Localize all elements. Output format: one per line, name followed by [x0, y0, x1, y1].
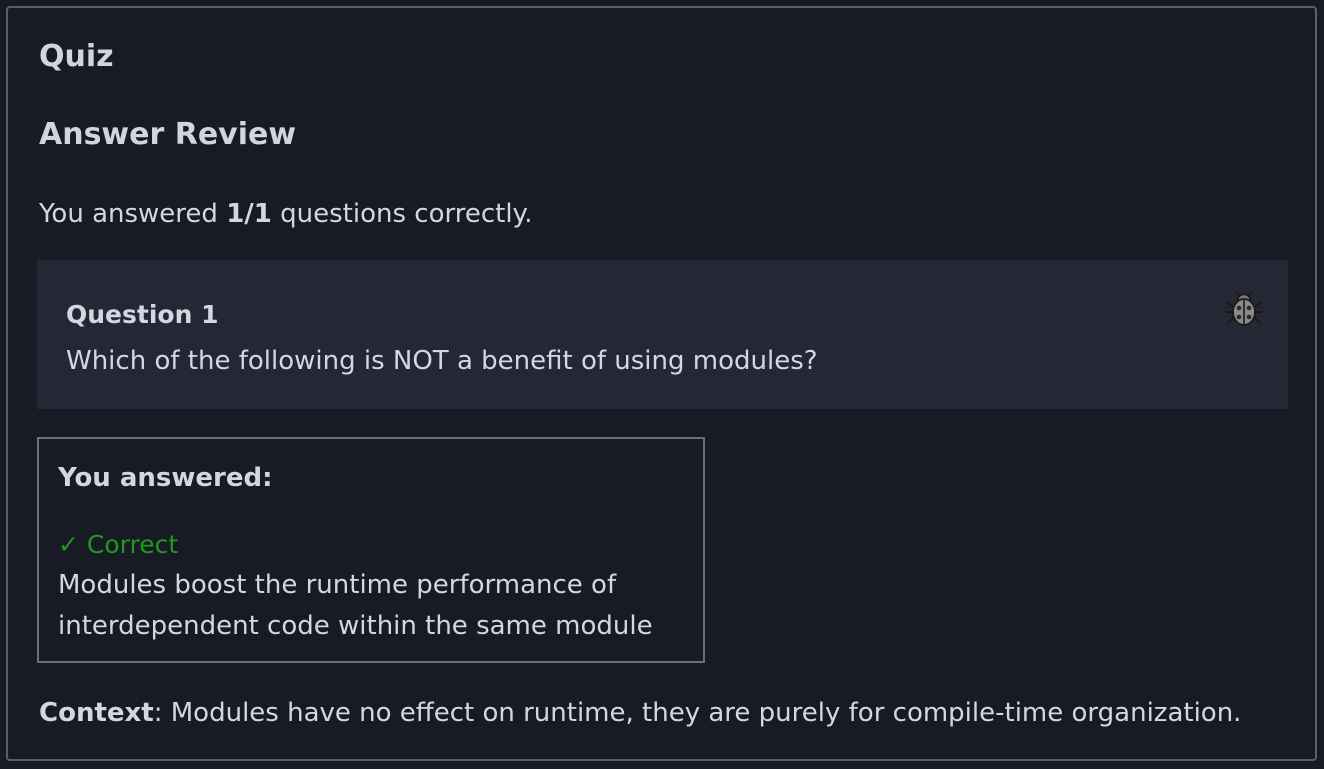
answer-label: You answered:: [58, 463, 273, 493]
score-summary: You answered 1/1 questions correctly.: [39, 201, 532, 227]
question-card: Question 1 Which of the following is NOT…: [37, 260, 1288, 409]
score-value: 1/1: [226, 199, 272, 229]
quiz-panel: Quiz Answer Review You answered 1/1 ques…: [6, 6, 1317, 761]
context-text: : Modules have no effect on runtime, the…: [153, 698, 1242, 728]
question-text: Which of the following is NOT a benefit …: [66, 346, 818, 376]
score-prefix: You answered: [39, 199, 227, 229]
answer-text: Modules boost the runtime performance of…: [58, 570, 653, 641]
context-label: Context: [39, 698, 154, 728]
correct-status: ✓ Correct: [58, 530, 179, 559]
bug-icon[interactable]: [1224, 289, 1264, 329]
answer-review-heading: Answer Review: [39, 117, 297, 152]
question-label: Question 1: [66, 300, 219, 329]
answer-box: You answered: ✓ Correct Modules boost th…: [37, 437, 705, 663]
score-suffix: questions correctly.: [271, 199, 533, 229]
context-explanation: Context: Modules have no effect on runti…: [39, 700, 1241, 726]
page-title: Quiz: [39, 39, 114, 74]
